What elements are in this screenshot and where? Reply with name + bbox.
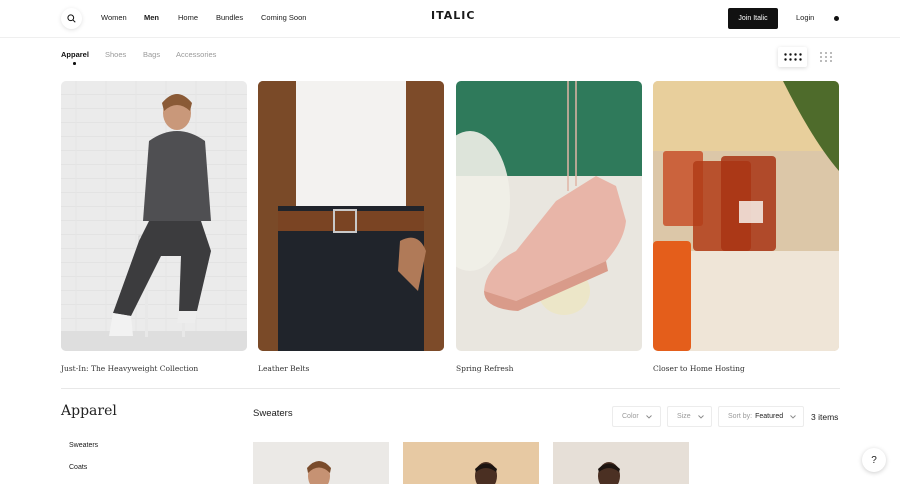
feature-image-leather-belt xyxy=(258,81,444,351)
nav-coming-soon[interactable]: Coming Soon xyxy=(261,13,306,22)
cart-icon[interactable] xyxy=(834,16,839,21)
product-image xyxy=(253,442,389,484)
tab-bags[interactable]: Bags xyxy=(143,50,160,59)
feature-card-spring[interactable]: Spring Refresh xyxy=(456,81,642,373)
side-link-sweaters[interactable]: Sweaters xyxy=(69,442,98,449)
chevron-down-icon xyxy=(697,414,704,419)
feature-image-pink-sneaker xyxy=(456,81,642,351)
active-tab-indicator xyxy=(73,62,76,65)
feature-caption: Just-In: The Heavyweight Collection xyxy=(61,364,199,373)
feature-image-hoodie-model xyxy=(61,81,247,351)
product-card[interactable] xyxy=(553,442,689,484)
product-image xyxy=(403,442,539,484)
sort-value: Featured xyxy=(755,413,784,420)
nav-bundles[interactable]: Bundles xyxy=(216,13,243,22)
grid-6-button[interactable] xyxy=(811,47,840,67)
nav-women[interactable]: Women xyxy=(101,13,127,22)
side-link-coats[interactable]: Coats xyxy=(69,464,87,471)
size-filter-label: Size xyxy=(677,413,691,420)
color-filter[interactable]: Color xyxy=(612,406,661,427)
search-icon xyxy=(67,14,76,23)
feature-caption: Leather Belts xyxy=(258,364,310,373)
sort-label: Sort by: xyxy=(728,413,753,420)
grid-dense-icon xyxy=(783,53,802,61)
feature-card-belts[interactable]: Leather Belts xyxy=(258,81,444,373)
grid-4-button[interactable] xyxy=(778,47,807,67)
grid-view-toggle xyxy=(778,47,840,67)
site-header: Women Men Home Bundles Coming Soon ITALI… xyxy=(0,0,900,38)
tab-accessories[interactable]: Accessories xyxy=(176,50,216,59)
section-divider xyxy=(61,388,840,389)
feature-card-heavyweight[interactable]: Just-In: The Heavyweight Collection xyxy=(61,81,247,373)
search-button[interactable] xyxy=(61,8,82,29)
color-filter-label: Color xyxy=(622,413,639,420)
join-button[interactable]: Join Italic xyxy=(728,8,778,29)
sort-dropdown[interactable]: Sort by: Featured xyxy=(718,406,804,427)
chevron-down-icon xyxy=(790,414,796,419)
site-logo[interactable]: ITALIC xyxy=(431,9,475,22)
grid-sparse-icon xyxy=(819,52,832,62)
feature-caption: Spring Refresh xyxy=(456,364,514,373)
feature-card-hosting[interactable]: Closer to Home Hosting xyxy=(653,81,839,373)
feature-caption: Closer to Home Hosting xyxy=(653,364,745,373)
product-image xyxy=(553,442,689,484)
feature-image-cocktail-glasses xyxy=(653,81,839,351)
tab-shoes[interactable]: Shoes xyxy=(105,50,126,59)
subsection-title: Sweaters xyxy=(253,408,293,419)
items-count: 3 items xyxy=(811,412,839,422)
help-button[interactable]: ? xyxy=(862,448,886,472)
login-link[interactable]: Login xyxy=(796,13,814,22)
size-filter[interactable]: Size xyxy=(667,406,712,427)
tab-apparel[interactable]: Apparel xyxy=(61,50,89,59)
nav-home[interactable]: Home xyxy=(178,13,198,22)
product-card[interactable] xyxy=(403,442,539,484)
section-title: Apparel xyxy=(61,403,117,419)
chevron-down-icon xyxy=(645,414,652,419)
product-card[interactable] xyxy=(253,442,389,484)
nav-men[interactable]: Men xyxy=(144,13,159,22)
